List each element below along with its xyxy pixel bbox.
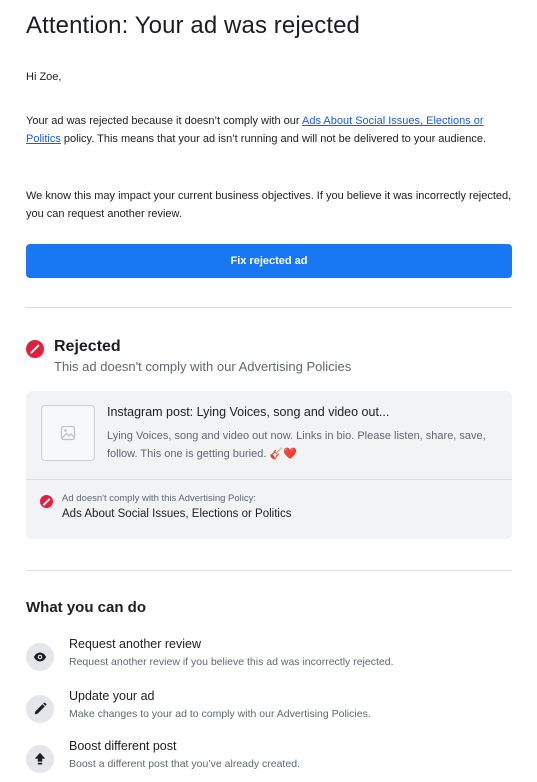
card-divider [26,479,512,480]
post-thumbnail [41,405,95,461]
page-title: Attention: Your ad was rejected [26,12,360,39]
policy-name: Ads About Social Issues, Elections or Po… [62,508,292,520]
boost-different-post-action[interactable]: Boost different post Boost a different p… [26,737,512,777]
actions-heading: What you can do [26,599,146,616]
divider [26,570,512,571]
review-note: We know this may impact your current bus… [26,190,512,220]
image-placeholder-icon [60,425,76,441]
ad-preview-card: Instagram post: Lying Voices, song and v… [26,391,512,539]
request-review-action[interactable]: Request another review Request another r… [26,635,512,675]
action-description: Boost a different post that you’ve alrea… [69,758,300,770]
rejection-explanation: Your ad was rejected because it doesn’t … [26,112,512,148]
action-description: Request another review if you believe th… [69,656,394,668]
explanation-text-end: policy. This means that your ad isn’t ru… [60,133,487,145]
pencil-icon [26,695,54,723]
explanation-text-start: Your ad was rejected because it doesn’t … [26,115,302,127]
greeting: Hi Zoe, [26,71,62,83]
rejected-icon [26,340,44,358]
fix-rejected-ad-button[interactable]: Fix rejected ad [26,244,512,278]
action-title: Boost different post [69,739,177,753]
eye-icon [26,643,54,671]
divider [26,307,512,308]
status-subtitle: This ad doesn't comply with our Advertis… [54,359,352,374]
post-emoji: 🎸❤️ [269,448,297,460]
post-title: Instagram post: Lying Voices, song and v… [107,405,390,419]
policy-label: Ad doesn't comply with this Advertising … [62,493,257,504]
policy-rejected-icon [40,495,53,508]
action-description: Make changes to your ad to comply with o… [69,708,371,720]
post-body: Lying Voices, song and video out now. Li… [107,427,499,463]
boost-arrow-icon [26,745,54,773]
action-title: Update your ad [69,689,155,703]
status-title: Rejected [54,338,121,355]
update-ad-action[interactable]: Update your ad Make changes to your ad t… [26,687,512,727]
email-container: Attention: Your ad was rejected Hi Zoe, … [0,0,537,782]
action-title: Request another review [69,637,202,651]
